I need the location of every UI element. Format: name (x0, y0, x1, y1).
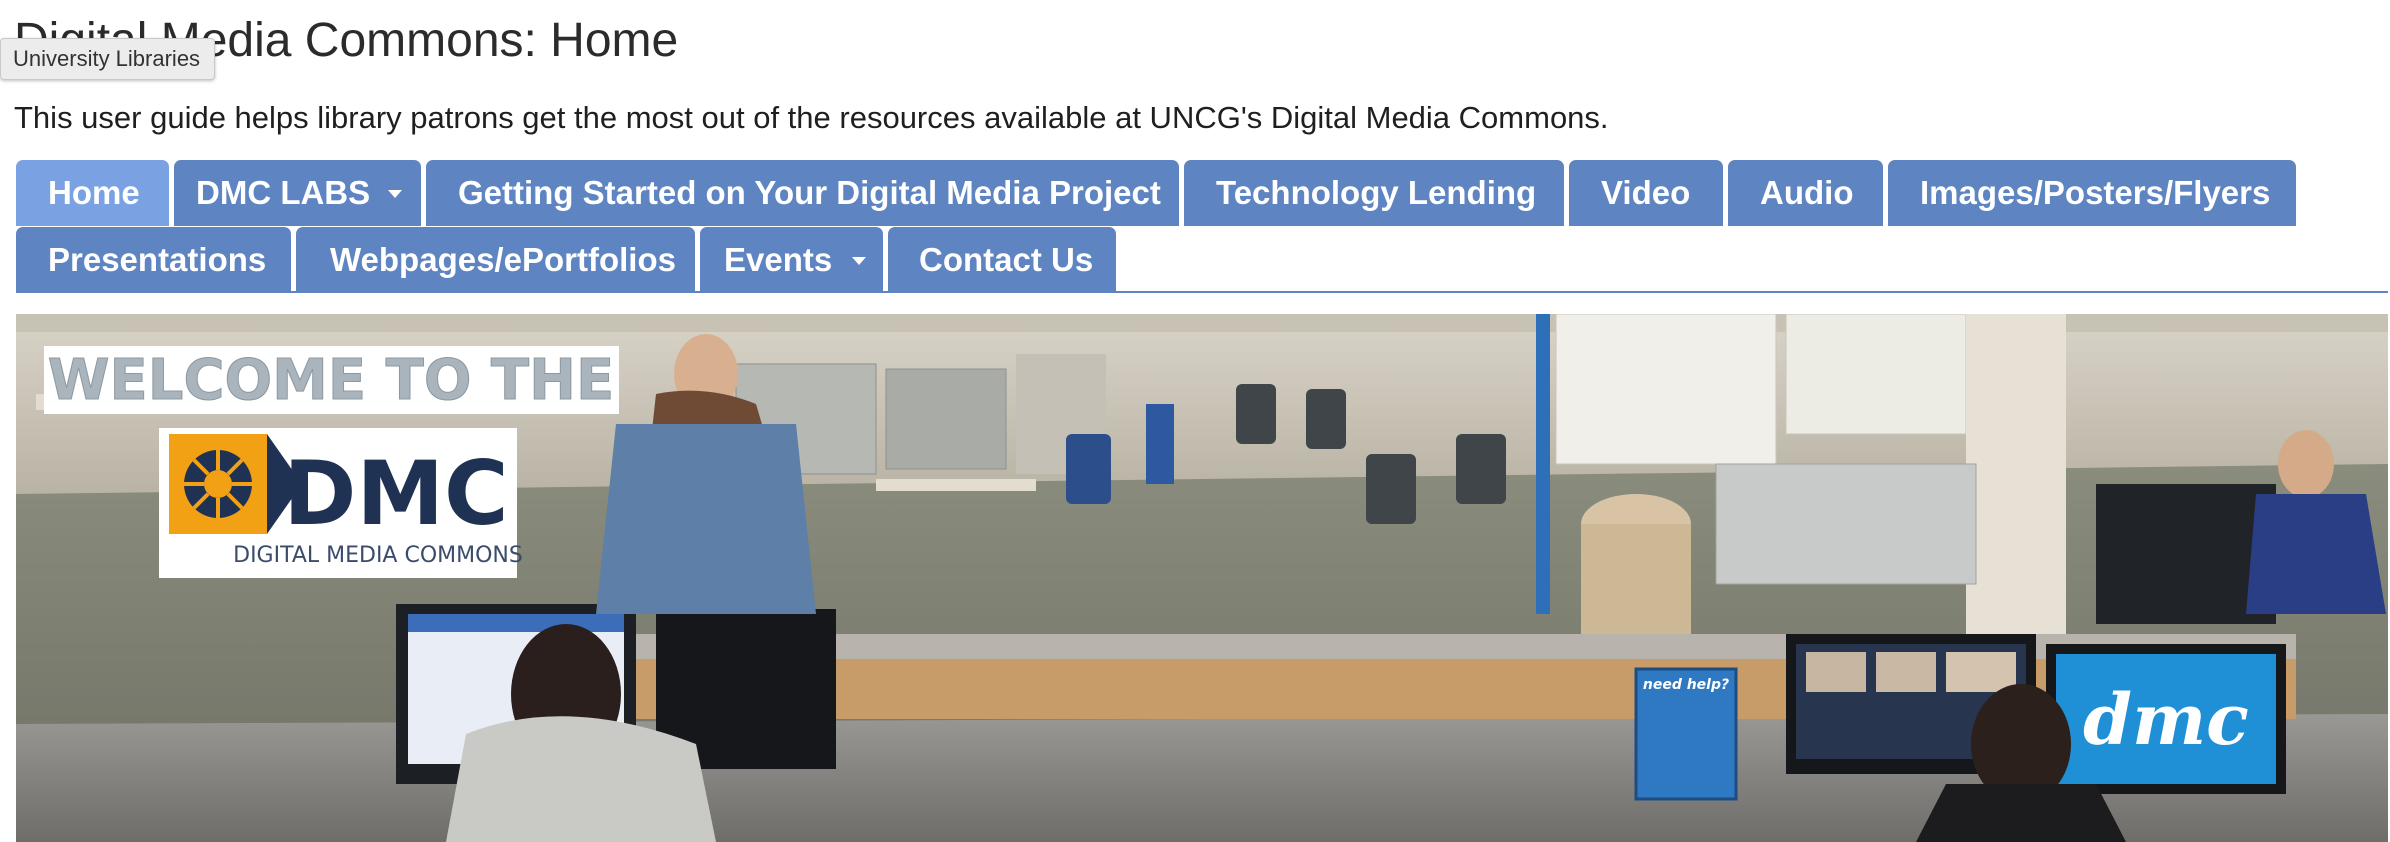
tab-dmc-labs[interactable]: DMC LABS (174, 160, 421, 226)
tab-label: DMC LABS (196, 174, 371, 211)
tab-label: Events (724, 241, 833, 278)
tab-presentations[interactable]: Presentations (16, 227, 291, 293)
tab-bar-underline (16, 291, 2388, 293)
tab-label: Home (48, 174, 140, 211)
tab-images-posters-flyers[interactable]: Images/Posters/Flyers (1888, 160, 2296, 226)
tab-technology-lending[interactable]: Technology Lending (1184, 160, 1564, 226)
welcome-banner-image: dmc need help? WELCOME TO THE DMC DIGITA… (16, 314, 2388, 842)
logo-dmc-text: DMC (283, 442, 508, 545)
tab-events[interactable]: Events (700, 227, 883, 293)
dmc-screen-text: dmc (2083, 678, 2249, 761)
caret-down-icon (852, 257, 866, 265)
tab-label: Technology Lending (1216, 174, 1537, 211)
logo-subtext: DIGITAL MEDIA COMMONS (233, 543, 523, 568)
tab-label: Getting Started on Your Digital Media Pr… (458, 174, 1161, 211)
tab-label: Audio (1760, 174, 1854, 211)
caret-down-icon (388, 190, 402, 198)
tab-audio[interactable]: Audio (1728, 160, 1883, 226)
tab-label: Webpages/ePortfolios (330, 241, 676, 278)
tab-video[interactable]: Video (1569, 160, 1723, 226)
tab-label: Images/Posters/Flyers (1920, 174, 2271, 211)
pillar (1966, 314, 2066, 654)
tab-label: Video (1601, 174, 1691, 211)
guide-description: This user guide helps library patrons ge… (14, 100, 1609, 135)
welcome-text: WELCOME TO THE (48, 348, 615, 413)
tab-label: Presentations (48, 241, 267, 278)
tab-getting-started[interactable]: Getting Started on Your Digital Media Pr… (426, 160, 1179, 226)
tab-contact-us[interactable]: Contact Us (888, 227, 1116, 293)
whiteboard (1555, 314, 1777, 465)
tab-home[interactable]: Home (16, 160, 169, 226)
tooltip: University Libraries (0, 38, 216, 80)
tab-webpages-eportfolios[interactable]: Webpages/ePortfolios (296, 227, 695, 293)
tab-label: Contact Us (919, 241, 1094, 278)
help-sign-text: need help? (1643, 677, 1729, 693)
